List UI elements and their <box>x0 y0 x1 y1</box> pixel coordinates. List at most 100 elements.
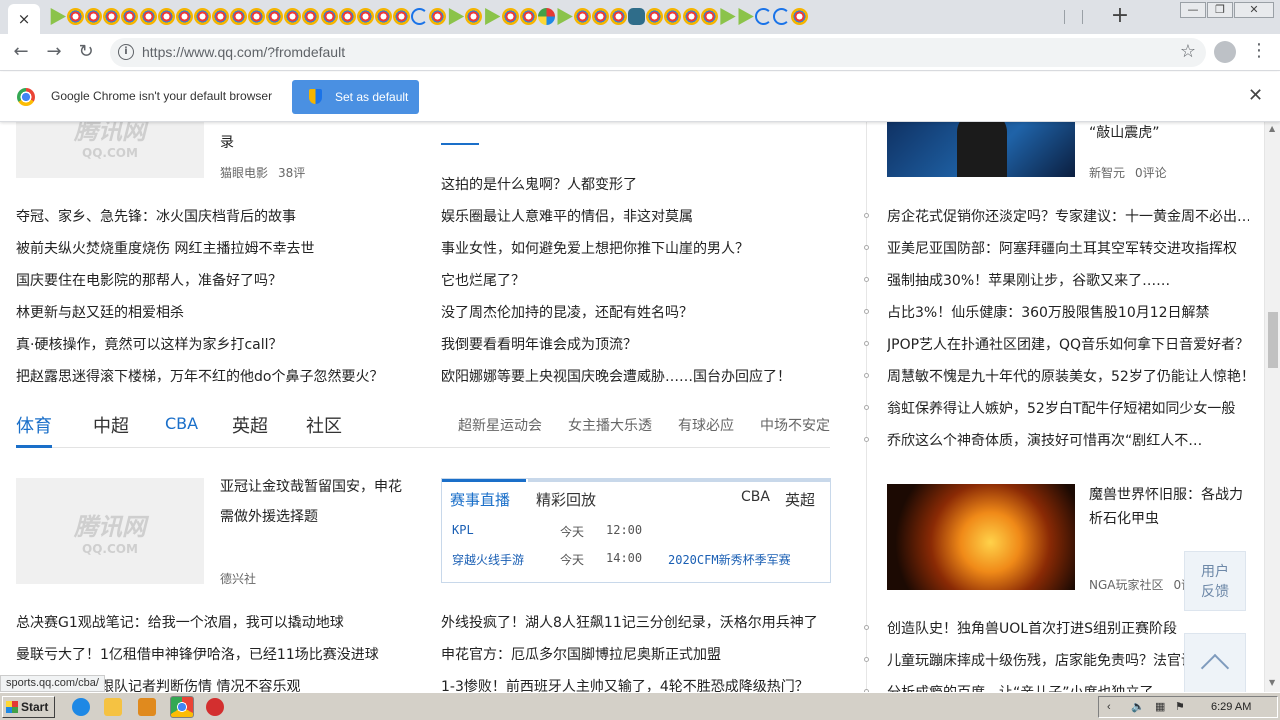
background-tab-favicon[interactable] <box>465 8 483 25</box>
tab-sports[interactable]: 体育 <box>16 412 52 448</box>
comment-count[interactable]: 0评论 <box>1135 166 1167 180</box>
background-tab-favicon[interactable] <box>266 8 284 25</box>
article-title-tail[interactable]: “敲山震虎” <box>1089 122 1160 142</box>
news-photo-thumbnail[interactable] <box>887 122 1075 177</box>
background-tab-favicon[interactable] <box>557 8 573 25</box>
start-button[interactable]: Start <box>2 696 55 718</box>
back-to-top-button[interactable] <box>1184 633 1246 692</box>
news-headline-link[interactable]: 国庆要住在电影院的那帮人，准备好了吗？ <box>16 270 282 290</box>
chevron-up-icon[interactable]: ‹ <box>1107 701 1119 713</box>
background-tab-favicon[interactable] <box>485 8 501 25</box>
scroll-up-arrow-icon[interactable]: ▲ <box>1269 124 1275 133</box>
url-text[interactable]: https://www.qq.com/?fromdefault <box>142 44 345 60</box>
news-headline-link[interactable]: 它也烂尾了？ <box>441 270 525 290</box>
background-tab-favicon[interactable] <box>338 8 356 25</box>
background-tab-favicon[interactable] <box>448 8 465 25</box>
sports-feature-source[interactable]: 德兴社 <box>220 570 256 587</box>
set-as-default-button[interactable]: Set as default <box>292 80 419 114</box>
tab-community[interactable]: 社区 <box>306 412 342 438</box>
background-tab-favicon[interactable] <box>67 8 85 25</box>
reload-icon[interactable]: ↻ <box>73 40 99 66</box>
address-bar[interactable]: i https://www.qq.com/?fromdefault ☆ <box>110 38 1206 67</box>
background-tab-favicon[interactable] <box>248 8 266 25</box>
tab-csl[interactable]: 中超 <box>93 412 129 438</box>
background-tab-favicon[interactable] <box>791 8 809 25</box>
background-tab-favicon[interactable] <box>50 8 66 25</box>
news-headline-link[interactable]: 亚美尼亚国防部：阿塞拜疆向土耳其空军转交进攻指挥权 <box>887 238 1237 258</box>
subtab-link[interactable]: 超新星运动会 <box>458 415 542 435</box>
news-headline-link[interactable]: 真·硬核操作，竟然可以这样为家乡打call？ <box>16 334 283 354</box>
background-tab-favicon[interactable] <box>573 8 591 25</box>
profile-avatar-icon[interactable] <box>1214 41 1236 63</box>
news-headline-link[interactable]: 强制抽成30%！苹果刚让步，谷歌又来了…… <box>887 270 1170 290</box>
background-tab-favicon[interactable] <box>537 8 555 25</box>
background-tab-favicon[interactable] <box>429 8 447 25</box>
tab-replays[interactable]: 精彩回放 <box>536 489 596 510</box>
background-tab-favicon[interactable] <box>773 8 790 25</box>
background-tab-favicon[interactable] <box>610 8 628 25</box>
background-tab-favicon[interactable] <box>320 8 338 25</box>
article-title-tail[interactable]: 录 <box>220 132 234 152</box>
news-headline-link[interactable]: 周慧敏不愧是九十年代的原装美女，52岁了仍能让人惊艳！ <box>887 366 1249 386</box>
ie-icon[interactable] <box>72 698 90 716</box>
news-headline-link[interactable]: 没了周杰伦加持的昆凌，还配有姓名吗？ <box>441 302 693 322</box>
news-headline-link[interactable]: 房企花式促销你还淡定吗？专家建议：十一黄金周不必出… <box>887 206 1249 226</box>
feedback-button[interactable]: 用户 反馈 <box>1184 551 1246 611</box>
news-headline-link[interactable]: 1-3惨败！前西班牙人主帅又输了，4轮不胜恐成降级热门？ <box>441 676 809 692</box>
news-headline-link[interactable]: 翁虹保养得让人嫉妒，52岁白T配牛仔短裙如同少女一般 <box>887 398 1235 418</box>
match-name[interactable]: KPL <box>452 523 474 537</box>
sports-feature-title[interactable]: 亚冠让金玟哉暂留国安，申花 <box>220 476 402 496</box>
news-headline-link[interactable]: 林更新与赵又廷的相爱相杀 <box>16 302 184 322</box>
close-tab-icon[interactable]: × <box>18 10 31 28</box>
filter-epl[interactable]: 英超 <box>785 489 815 510</box>
bookmark-star-icon[interactable]: ☆ <box>1180 41 1196 62</box>
background-tab-favicon[interactable] <box>754 8 772 25</box>
minimize-button[interactable]: — <box>1180 2 1206 18</box>
background-tab-favicon[interactable] <box>628 8 646 25</box>
background-tab-favicon[interactable] <box>230 8 247 25</box>
background-tab-favicon[interactable] <box>646 8 664 25</box>
game-feature-title-line2[interactable]: 析石化甲虫 <box>1089 508 1159 528</box>
background-tab-favicon[interactable] <box>121 8 139 25</box>
background-tab-favicon[interactable] <box>193 8 211 25</box>
background-tab-favicon[interactable] <box>374 8 392 25</box>
news-headline-link[interactable]: 申花官方：厄瓜多尔国脚博拉尼奥斯正式加盟 <box>441 644 721 664</box>
subtab-link[interactable]: 中场不安定 <box>760 415 830 435</box>
network-icon[interactable]: ▦ <box>1155 701 1167 713</box>
scroll-thumb[interactable] <box>1268 312 1278 368</box>
active-tab[interactable]: × <box>8 4 40 34</box>
background-tab-favicon[interactable] <box>682 8 700 25</box>
article-source[interactable]: 新智元 <box>1089 166 1125 180</box>
news-headline-link[interactable]: 创造队史！独角兽UOL首次打进S组别正赛阶段 <box>887 618 1177 638</box>
placeholder-thumbnail[interactable]: 腾讯网 QQ.COM <box>16 122 204 178</box>
subtab-link[interactable]: 有球必应 <box>678 415 734 435</box>
background-tab-favicon[interactable] <box>356 8 374 25</box>
background-tab-favicon[interactable] <box>103 8 121 25</box>
background-tab-favicon[interactable] <box>411 8 428 25</box>
news-headline-link[interactable]: 外线投疯了！湖人8人狂飙11记三分创纪录，沃格尔用兵神了 <box>441 612 818 632</box>
news-headline-link[interactable]: 这拍的是什么鬼啊？人都变形了 <box>441 174 637 194</box>
background-tab-favicon[interactable] <box>139 8 157 25</box>
chrome-taskbar-icon[interactable] <box>170 696 194 718</box>
filter-cba[interactable]: CBA <box>741 489 770 505</box>
info-icon[interactable]: i <box>118 44 134 60</box>
background-tab-favicon[interactable] <box>664 8 682 25</box>
forward-arrow-icon[interactable]: → <box>41 40 67 66</box>
news-headline-link[interactable]: 夺冠、家乡、急先锋：冰火国庆档背后的故事 <box>16 206 296 226</box>
article-source[interactable]: NGA玩家社区 <box>1089 578 1164 592</box>
comment-count[interactable]: 38评 <box>278 166 305 180</box>
news-headline-link[interactable]: 占比3%！仙乐健康：360万股限售股10月12日解禁 <box>887 302 1210 322</box>
close-window-button[interactable]: ✕ <box>1234 2 1274 18</box>
game-feature-title[interactable]: 魔兽世界怀旧服：各战力 <box>1089 484 1243 504</box>
news-headline-link[interactable]: 总决赛G1观战笔记：给我一个浓眉，我可以撬动地球 <box>16 612 344 632</box>
background-tab-favicon[interactable] <box>700 8 718 25</box>
news-headline-link[interactable]: JPOP艺人在扑通社区团建，QQ音乐如何拿下日音爱好者？ <box>887 334 1249 354</box>
new-tab-button[interactable]: + <box>1108 4 1132 30</box>
sports-feature-title-line2[interactable]: 需做外援选择题 <box>220 506 318 526</box>
background-tab-favicon[interactable] <box>738 8 754 25</box>
media-player-icon[interactable] <box>138 698 156 716</box>
news-headline-link[interactable]: 分析成瘾的百度，让“亲儿子”小度也独立了 <box>887 682 1154 692</box>
background-tab-favicon[interactable] <box>157 8 175 25</box>
background-tab-favicon[interactable] <box>211 8 229 25</box>
menu-dots-icon[interactable]: ⋮ <box>1250 40 1268 61</box>
